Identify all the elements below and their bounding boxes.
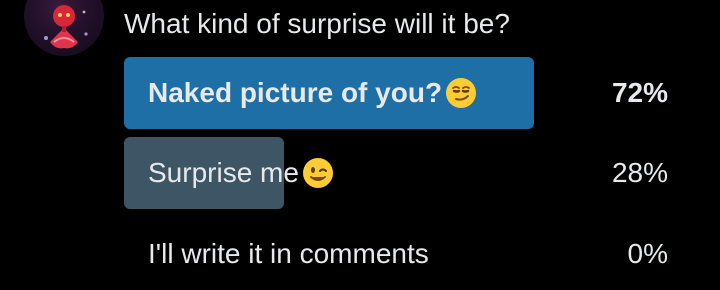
avatar-image: [44, 5, 88, 49]
poll-option-label: I'll write it in comments: [148, 238, 429, 269]
poll-option-naked-picture[interactable]: Naked picture of you? 72%: [124, 57, 668, 129]
winking-face-icon: [301, 156, 335, 190]
poll-option-label: Surprise me: [148, 157, 299, 188]
poll-option-label-container: Naked picture of you?: [148, 57, 478, 129]
poll-question: What kind of surprise will it be?: [124, 8, 510, 39]
poll-option-write-in-comments[interactable]: I'll write it in comments 0%: [124, 218, 668, 290]
poll-option-label-container: I'll write it in comments: [148, 218, 429, 290]
poll-option-label-container: Surprise me: [148, 137, 335, 209]
smirking-face-icon: [444, 76, 478, 110]
poll-option-label: Naked picture of you?: [148, 77, 443, 108]
avatar[interactable]: [24, 0, 104, 56]
poll-option-surprise-me[interactable]: Surprise me 28%: [124, 137, 668, 209]
poll-option-percent: 28%: [611, 157, 668, 188]
poll-option-percent: 72%: [611, 77, 668, 108]
poll-option-percent: 0%: [627, 238, 668, 269]
